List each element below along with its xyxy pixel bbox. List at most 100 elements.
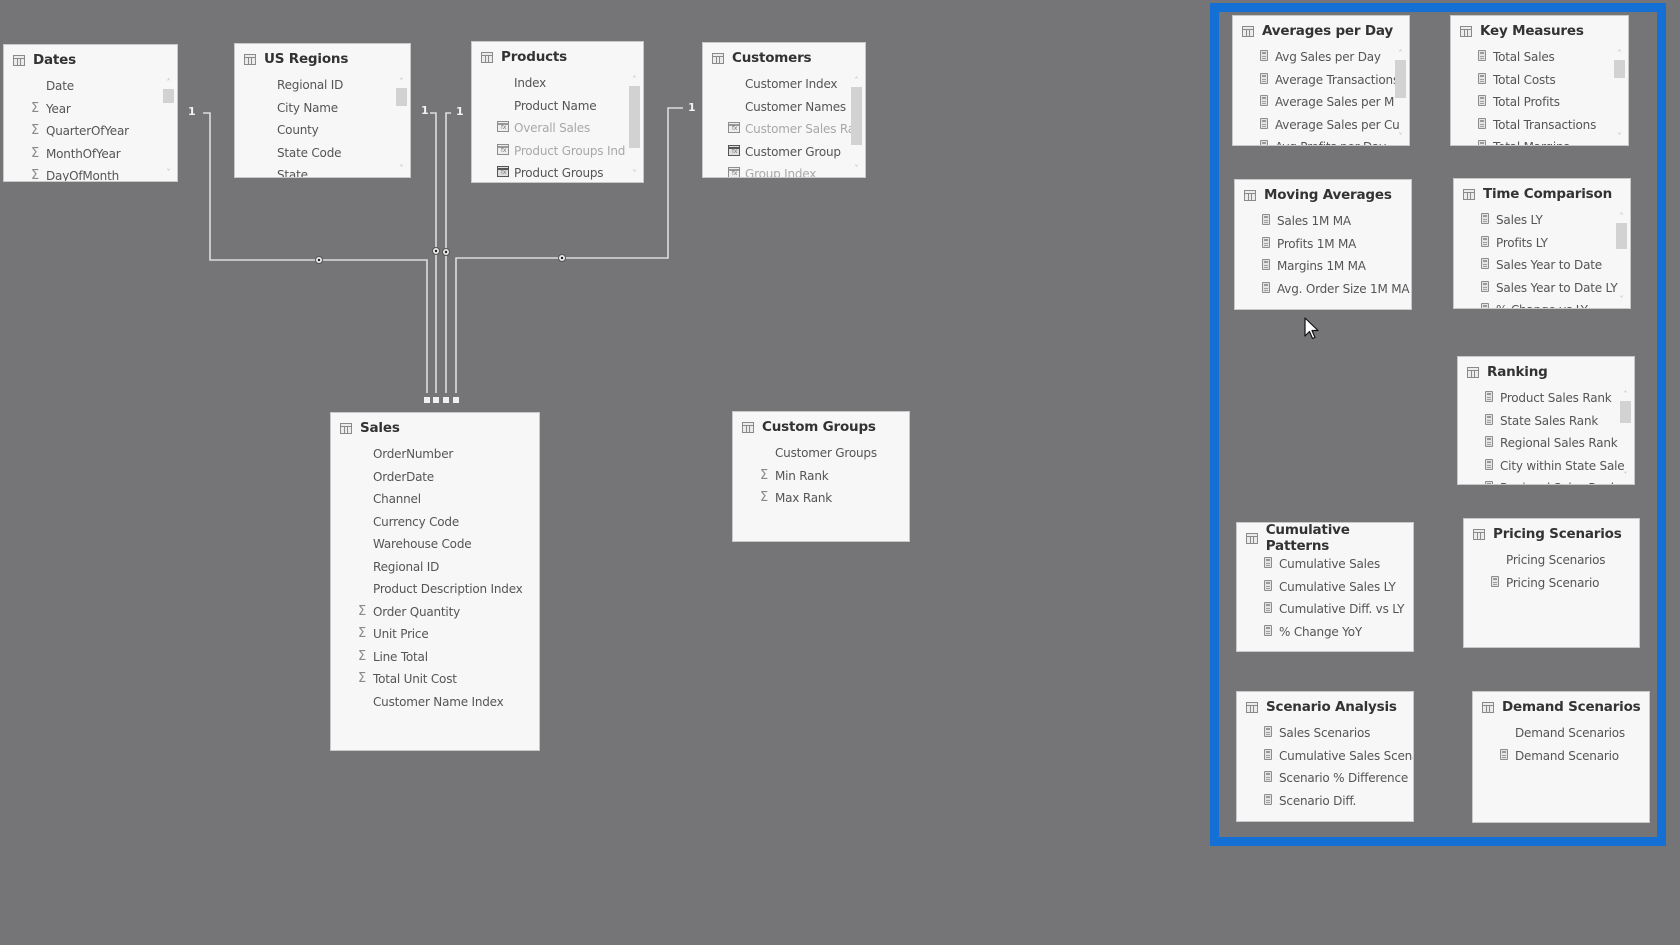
- field-item[interactable]: Date: [4, 75, 177, 98]
- field-item[interactable]: Σ Max Rank: [733, 487, 909, 510]
- field-label: City Name: [277, 100, 338, 115]
- scroll-thumb[interactable]: [629, 86, 640, 148]
- cardinality-many-marker: [433, 397, 439, 403]
- field-label: Customer Group: [745, 144, 841, 159]
- field-label: DayOfMonth: [46, 169, 119, 182]
- field-label: Year: [46, 101, 71, 116]
- scroll-thumb[interactable]: [396, 88, 407, 106]
- field-label: QuarterOfYear: [46, 124, 129, 138]
- calculated-column-icon: [727, 163, 741, 177]
- field-item[interactable]: Customer Groups: [733, 442, 909, 465]
- field-item[interactable]: OrderNumber: [331, 443, 539, 466]
- field-item[interactable]: Σ Unit Price: [331, 623, 539, 646]
- scroll-up-chevron-icon[interactable]: ˄: [162, 77, 175, 89]
- scroll-thumb[interactable]: [163, 89, 174, 103]
- calculated-column-icon: [727, 141, 741, 164]
- field-list-scrollbar[interactable]: ˄ ˅: [850, 73, 863, 175]
- scroll-down-chevron-icon[interactable]: ˅: [628, 168, 641, 180]
- scroll-up-chevron-icon[interactable]: ˄: [395, 76, 408, 88]
- scroll-up-chevron-icon[interactable]: ˄: [628, 74, 641, 86]
- field-item[interactable]: Product Description Index: [331, 578, 539, 601]
- field-item[interactable]: Regional ID: [331, 556, 539, 579]
- table-card-us-regions[interactable]: US Regions Regional ID City Name County Stat…: [234, 43, 411, 178]
- field-item[interactable]: County: [235, 119, 410, 142]
- sigma-icon: Σ: [357, 626, 366, 641]
- scroll-down-chevron-icon[interactable]: ˅: [395, 163, 408, 175]
- field-item[interactable]: Currency Code: [331, 511, 539, 534]
- field-item[interactable]: Channel: [331, 488, 539, 511]
- relationship-line-products-sales: [445, 112, 451, 393]
- field-list-scrollbar[interactable]: ˄ ˅: [395, 74, 408, 175]
- table-card-sales[interactable]: Sales OrderNumber OrderDate Channel Currency…: [330, 412, 540, 751]
- field-item[interactable]: Overall Sales: [472, 117, 643, 140]
- field-item[interactable]: Customer Names: [703, 96, 865, 119]
- table-header[interactable]: Sales: [331, 413, 539, 443]
- cardinality-one-label-products: 1: [456, 105, 464, 118]
- field-item[interactable]: Index: [472, 72, 643, 95]
- table-card-products[interactable]: Products Index Product Name Overall Sales Pr…: [471, 41, 644, 183]
- field-label: State: [277, 168, 308, 178]
- field-item[interactable]: Σ MonthOfYear: [4, 143, 177, 166]
- scroll-down-chevron-icon[interactable]: ˅: [162, 167, 175, 179]
- table-card-customers[interactable]: CustomersCustomer IndexCustomer NamesCus…: [702, 42, 866, 178]
- field-item[interactable]: Product Groups: [472, 162, 643, 182]
- table-card-dates[interactable]: Dates Date Σ Year Σ QuarterOfYear Σ MonthOfYear…: [3, 44, 178, 182]
- field-list: Customer Index Customer Names Customer Sal…: [703, 73, 865, 177]
- field-item[interactable]: Σ Min Rank: [733, 465, 909, 488]
- sigma-icon: Σ: [357, 603, 366, 619]
- table-title: US Regions: [264, 51, 349, 67]
- field-item[interactable]: Σ DayOfMonth: [4, 165, 177, 182]
- scroll-up-chevron-icon[interactable]: ˄: [850, 75, 863, 87]
- field-item[interactable]: State Code: [235, 142, 410, 165]
- cardinality-one-label-regions: 1: [421, 104, 429, 117]
- field-item[interactable]: Σ Year: [4, 98, 177, 121]
- table-header[interactable]: US Regions: [235, 44, 410, 74]
- relationship-line-regions-sales: [430, 112, 437, 393]
- field-item[interactable]: Group Index: [703, 163, 865, 177]
- field-label: State Code: [277, 145, 342, 160]
- field-item[interactable]: City Name: [235, 97, 410, 120]
- field-list-scrollbar[interactable]: ˄ ˅: [628, 72, 641, 180]
- field-list: Date Σ Year Σ QuarterOfYear Σ MonthOfYear Σ DayO…: [4, 75, 177, 182]
- field-label: Overall Sales: [514, 121, 591, 135]
- relationship-handle: [315, 256, 323, 264]
- field-item[interactable]: Customer Group: [703, 141, 865, 164]
- field-label: Line Total: [373, 649, 428, 664]
- field-item[interactable]: OrderDate: [331, 466, 539, 489]
- field-item[interactable]: Σ Order Quantity: [331, 601, 539, 624]
- field-item[interactable]: Σ QuarterOfYear: [4, 120, 177, 143]
- cardinality-many-marker: [453, 397, 459, 403]
- field-label: Unit Price: [373, 627, 429, 641]
- table-header[interactable]: Custom Groups: [733, 412, 909, 442]
- table-header[interactable]: Products: [472, 42, 643, 72]
- scroll-thumb[interactable]: [851, 87, 862, 145]
- field-item[interactable]: Customer Name Index: [331, 691, 539, 714]
- field-item[interactable]: State: [235, 164, 410, 178]
- field-item[interactable]: Customer Index: [703, 73, 865, 96]
- field-label: Min Rank: [775, 468, 829, 483]
- model-diagram-canvas[interactable]: 1 1 1 1 Dates Date Σ Year Σ QuarterOfYear Σ Mon…: [0, 0, 1680, 945]
- table-header[interactable]: Customers: [703, 43, 865, 73]
- table-icon: [742, 421, 754, 433]
- sigma-icon: Σ: [759, 467, 768, 483]
- field-item[interactable]: Product Name: [472, 95, 643, 118]
- field-item[interactable]: Product Groups Ind: [472, 140, 643, 163]
- field-label: Order Quantity: [373, 604, 460, 619]
- mouse-cursor-icon: [1304, 317, 1319, 340]
- field-item[interactable]: Customer Sales Ra: [703, 118, 865, 141]
- field-list-scrollbar[interactable]: ˄ ˅: [162, 75, 175, 179]
- field-label: Customer Groups: [775, 446, 877, 460]
- field-item[interactable]: Σ Line Total: [331, 646, 539, 669]
- table-header[interactable]: Dates: [4, 45, 177, 75]
- field-item[interactable]: Σ Total Unit Cost: [331, 668, 539, 691]
- field-label: Total Unit Cost: [373, 672, 457, 686]
- sigma-icon: Σ: [759, 490, 768, 505]
- table-icon: [340, 422, 352, 434]
- field-item[interactable]: Regional ID: [235, 74, 410, 97]
- table-title: Sales: [360, 420, 400, 436]
- field-label: Product Groups: [514, 166, 604, 180]
- sigma-icon: Σ: [30, 100, 39, 116]
- scroll-down-chevron-icon[interactable]: ˅: [850, 163, 863, 175]
- field-item[interactable]: Warehouse Code: [331, 533, 539, 556]
- table-card-custom-groups[interactable]: Custom Groups Customer Groups Σ Min Rank Σ Ma…: [732, 411, 910, 542]
